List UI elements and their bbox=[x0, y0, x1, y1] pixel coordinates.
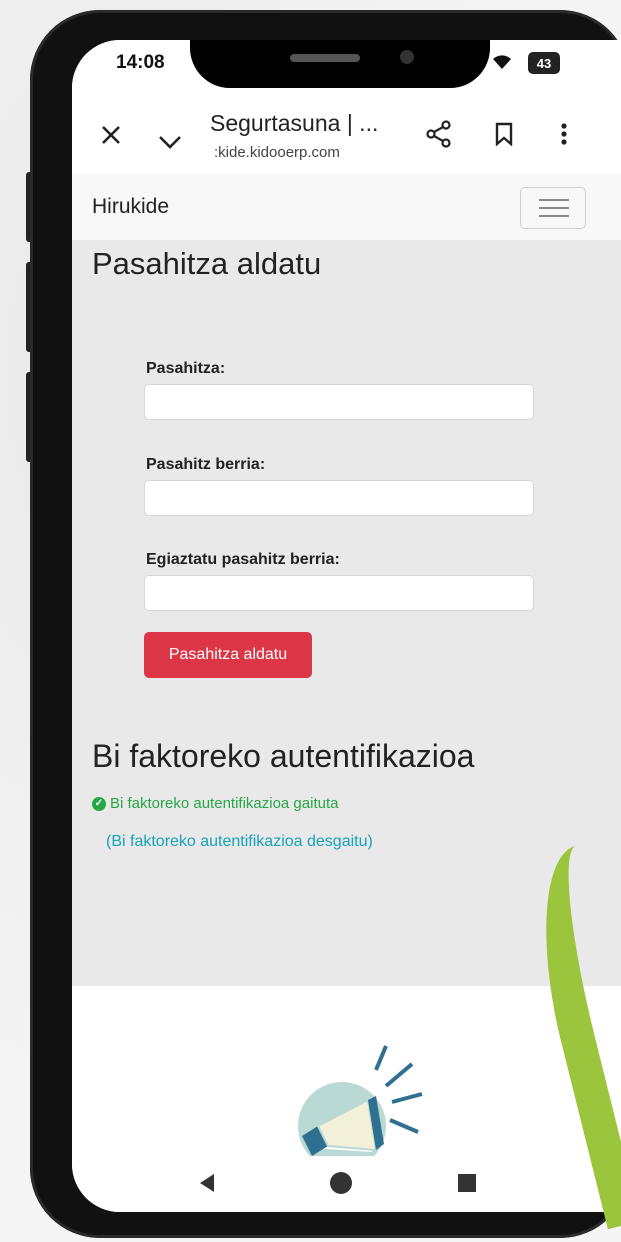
battery-indicator: 43 bbox=[528, 52, 560, 74]
current-password-input[interactable] bbox=[144, 384, 534, 420]
navbar-toggle-button[interactable] bbox=[520, 187, 586, 229]
status-time: 14:08 bbox=[116, 52, 165, 73]
speaker-grille bbox=[290, 54, 360, 62]
hamburger-line bbox=[539, 207, 569, 209]
check-circle-icon: ✓ bbox=[92, 796, 106, 811]
chevron-down-icon[interactable] bbox=[158, 126, 182, 156]
system-navigation-bar bbox=[72, 1156, 621, 1212]
wifi-icon bbox=[492, 54, 512, 75]
tab-title[interactable]: Segurtasuna | ... bbox=[210, 110, 378, 137]
bookmark-icon[interactable] bbox=[494, 122, 514, 152]
page-url[interactable]: :kide.kidooerp.com bbox=[214, 144, 340, 161]
recent-apps-icon[interactable] bbox=[458, 1174, 476, 1192]
confirm-password-input[interactable] bbox=[144, 575, 534, 611]
brand-link[interactable]: Hirukide bbox=[92, 195, 169, 219]
phone-screen: 14:08 43 Segurtasuna | ... :kide.kidooer… bbox=[72, 40, 621, 1212]
megaphone-icon bbox=[298, 1045, 423, 1160]
status-bar: 14:08 43 bbox=[72, 40, 621, 100]
hamburger-icon bbox=[539, 199, 569, 201]
site-navbar: Hirukide bbox=[72, 174, 621, 241]
password-section-title: Pasahitza aldatu bbox=[92, 246, 322, 281]
share-icon[interactable] bbox=[426, 120, 452, 154]
lower-page-area bbox=[72, 986, 621, 1160]
confirm-password-label: Egiaztatu pasahitz berria: bbox=[146, 551, 340, 568]
two-factor-status-text: Bi faktoreko autentifikazioa gaituta bbox=[110, 795, 339, 812]
home-icon[interactable] bbox=[330, 1172, 352, 1194]
two-factor-status: ✓ Bi faktoreko autentifikazioa gaituta bbox=[92, 795, 338, 812]
new-password-input[interactable] bbox=[144, 480, 534, 516]
camera-notch bbox=[190, 40, 490, 88]
two-factor-title: Bi faktoreko autentifikazioa bbox=[92, 738, 475, 774]
disable-two-factor-link[interactable]: (Bi faktoreko autentifikazioa desgaitu) bbox=[106, 833, 373, 851]
back-icon[interactable] bbox=[200, 1174, 214, 1192]
browser-toolbar: Segurtasuna | ... :kide.kidooerp.com bbox=[72, 100, 621, 175]
new-password-label: Pasahitz berria: bbox=[146, 456, 266, 473]
change-password-button[interactable]: Pasahitza aldatu bbox=[144, 632, 312, 678]
close-icon[interactable] bbox=[100, 122, 122, 152]
front-camera bbox=[400, 50, 414, 64]
main-content: Pasahitza aldatu Pasahitza: Pasahitz ber… bbox=[72, 240, 621, 986]
hamburger-line bbox=[539, 215, 569, 217]
more-vert-icon[interactable] bbox=[560, 122, 568, 152]
current-password-label: Pasahitza: bbox=[146, 360, 226, 377]
